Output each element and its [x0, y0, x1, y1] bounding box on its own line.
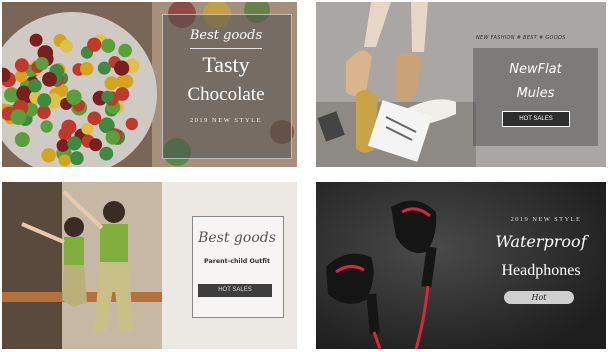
caption: 2019 NEW STYLE [189, 117, 263, 124]
hot-sales-button[interactable]: HOT SALES [198, 284, 272, 297]
title-line-2: Mules [516, 86, 555, 101]
title-line-2: Chocolate [187, 84, 265, 105]
hot-sales-button[interactable]: HOT SALES [502, 111, 570, 127]
banner-card-headphones[interactable]: 2019 NEW STYLE Waterproof Headphones Hot [316, 182, 606, 349]
caption: 2019 NEW STYLE [510, 216, 582, 223]
divider [190, 48, 262, 49]
title-line-1: NewFlat [509, 62, 562, 77]
banner-card-mules[interactable]: NEW FASHION # BEST # GOODS NewFlat Mules… [316, 2, 606, 167]
banner-card-outfit[interactable]: Best goods Parent-child Outfit HOT SALES [2, 182, 297, 349]
subtitle: Parent-child Outfit [204, 258, 270, 265]
banner-card-chocolate[interactable]: Best goods Tasty Chocolate 2019 NEW STYL… [2, 2, 297, 167]
tagline: NEW FASHION # BEST # GOODS [476, 35, 566, 41]
title-line-1: Waterproof [495, 232, 587, 251]
title: Best goods [198, 230, 276, 246]
brand-label: Best goods [189, 28, 263, 43]
hot-button[interactable]: Hot [504, 291, 574, 304]
title-line-1: Tasty [202, 52, 250, 77]
title-line-2: Headphones [501, 262, 581, 279]
